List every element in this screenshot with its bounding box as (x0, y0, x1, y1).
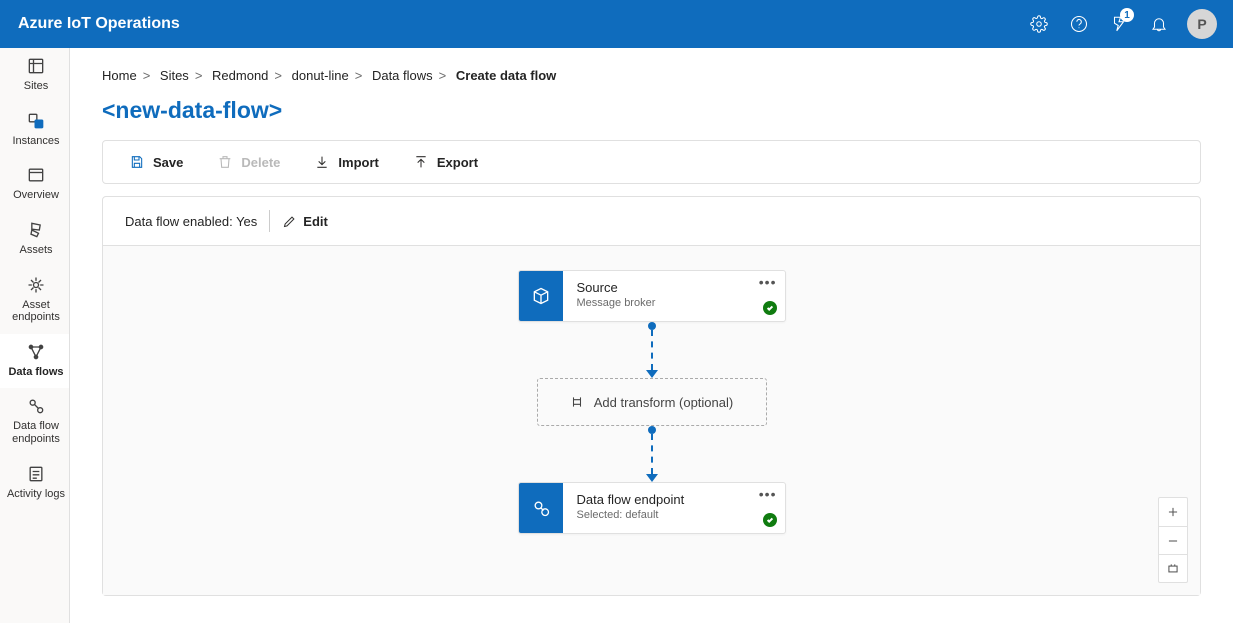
sidebar-item-label: Assets (19, 244, 52, 257)
minus-icon (1166, 534, 1180, 548)
connector-2 (651, 426, 653, 482)
overview-icon (26, 165, 46, 185)
crumb-sites[interactable]: Sites (160, 68, 189, 83)
save-label: Save (153, 155, 183, 170)
bell-icon (1150, 15, 1168, 33)
zoom-controls (1158, 497, 1188, 583)
check-icon (766, 304, 774, 312)
activity-logs-icon (26, 464, 46, 484)
sidebar-item-label: Overview (13, 189, 59, 202)
page-title: <new-data-flow> (102, 97, 1201, 124)
status-value: Yes (236, 214, 257, 229)
endpoint-icon (531, 498, 551, 518)
add-transform-label: Add transform (optional) (594, 395, 733, 410)
edit-icon (282, 214, 297, 229)
sidebar-item-label: Data flow endpoints (5, 420, 67, 445)
source-node-ok-badge (763, 301, 777, 315)
endpoint-node-more-button[interactable]: ••• (759, 489, 777, 499)
app-title: Azure IoT Operations (18, 15, 180, 33)
connector-1 (651, 322, 653, 378)
save-icon (129, 154, 145, 170)
sidebar-item-label: Data flows (8, 366, 63, 379)
sidebar-item-label: Instances (12, 135, 59, 148)
sidebar-item-data-flow-endpoints[interactable]: Data flow endpoints (0, 388, 69, 455)
settings-button[interactable] (1019, 4, 1059, 44)
sidebar-item-instances[interactable]: Instances (0, 103, 69, 158)
zoom-in-button[interactable] (1159, 498, 1187, 526)
divider (269, 210, 270, 232)
import-label: Import (338, 155, 378, 170)
endpoint-node-subtitle: Selected: default (577, 509, 775, 521)
assets-icon (26, 220, 46, 240)
asset-endpoints-icon (26, 275, 46, 295)
fit-icon (1166, 562, 1180, 576)
endpoint-node-title: Data flow endpoint (577, 492, 775, 508)
sidebar-item-label: Activity logs (7, 488, 65, 501)
source-node-icon-box (519, 271, 563, 321)
transform-icon (570, 395, 584, 409)
fit-to-screen-button[interactable] (1159, 554, 1187, 582)
crumb-donut-line[interactable]: donut-line (292, 68, 349, 83)
gear-icon (1030, 15, 1048, 33)
export-button[interactable]: Export (413, 154, 478, 170)
zoom-out-button[interactable] (1159, 526, 1187, 554)
add-transform-button[interactable]: Add transform (optional) (537, 378, 767, 426)
check-icon (766, 516, 774, 524)
main-content: Home> Sites> Redmond> donut-line> Data f… (70, 48, 1233, 623)
canvas-body[interactable]: Source Message broker ••• Add transform (103, 245, 1200, 595)
dataflow-status: Data flow enabled: Yes (125, 214, 257, 229)
endpoint-node-icon-box (519, 483, 563, 533)
avatar[interactable]: P (1187, 9, 1217, 39)
crumb-home[interactable]: Home (102, 68, 137, 83)
export-icon (413, 154, 429, 170)
sidebar-item-overview[interactable]: Overview (0, 157, 69, 212)
plus-icon (1166, 505, 1180, 519)
crumb-current: Create data flow (456, 68, 556, 83)
cube-icon (531, 286, 551, 306)
data-flow-endpoints-icon (26, 396, 46, 416)
edit-label: Edit (303, 214, 328, 229)
edit-button[interactable]: Edit (282, 214, 328, 229)
crumb-redmond[interactable]: Redmond (212, 68, 268, 83)
status-label: Data flow enabled: (125, 214, 233, 229)
sites-icon (26, 56, 46, 76)
data-flows-icon (26, 342, 46, 362)
delete-button: Delete (217, 154, 280, 170)
flow-node-endpoint[interactable]: Data flow endpoint Selected: default ••• (518, 482, 786, 534)
source-node-more-button[interactable]: ••• (759, 277, 777, 287)
sidebar-item-data-flows[interactable]: Data flows (0, 334, 69, 389)
sidebar-item-asset-endpoints[interactable]: Asset endpoints (0, 267, 69, 334)
flow-node-source[interactable]: Source Message broker ••• (518, 270, 786, 322)
trash-icon (217, 154, 233, 170)
source-node-subtitle: Message broker (577, 297, 775, 309)
canvas-panel: Data flow enabled: Yes Edit (102, 196, 1201, 596)
sidebar-item-label: Sites (24, 80, 48, 93)
toolbar: Save Delete Import Export (102, 140, 1201, 184)
delete-label: Delete (241, 155, 280, 170)
top-bar: Azure IoT Operations 1 P (0, 0, 1233, 48)
help-icon (1070, 15, 1088, 33)
source-node-title: Source (577, 280, 775, 296)
sidebar-item-activity-logs[interactable]: Activity logs (0, 456, 69, 511)
canvas-header: Data flow enabled: Yes Edit (103, 197, 1200, 245)
endpoint-node-ok-badge (763, 513, 777, 527)
diagnostics-badge: 1 (1120, 8, 1134, 22)
sidebar: Sites Instances Overview Assets Asset en… (0, 48, 70, 623)
import-button[interactable]: Import (314, 154, 378, 170)
sidebar-item-label: Asset endpoints (5, 299, 67, 324)
notifications-button[interactable] (1139, 4, 1179, 44)
save-button[interactable]: Save (129, 154, 183, 170)
flow-layout: Source Message broker ••• Add transform (518, 270, 786, 534)
diagnostics-button[interactable]: 1 (1099, 4, 1139, 44)
crumb-data-flows[interactable]: Data flows (372, 68, 433, 83)
instances-icon (26, 111, 46, 131)
export-label: Export (437, 155, 478, 170)
sidebar-item-sites[interactable]: Sites (0, 48, 69, 103)
help-button[interactable] (1059, 4, 1099, 44)
breadcrumb: Home> Sites> Redmond> donut-line> Data f… (102, 68, 1201, 83)
import-icon (314, 154, 330, 170)
sidebar-item-assets[interactable]: Assets (0, 212, 69, 267)
